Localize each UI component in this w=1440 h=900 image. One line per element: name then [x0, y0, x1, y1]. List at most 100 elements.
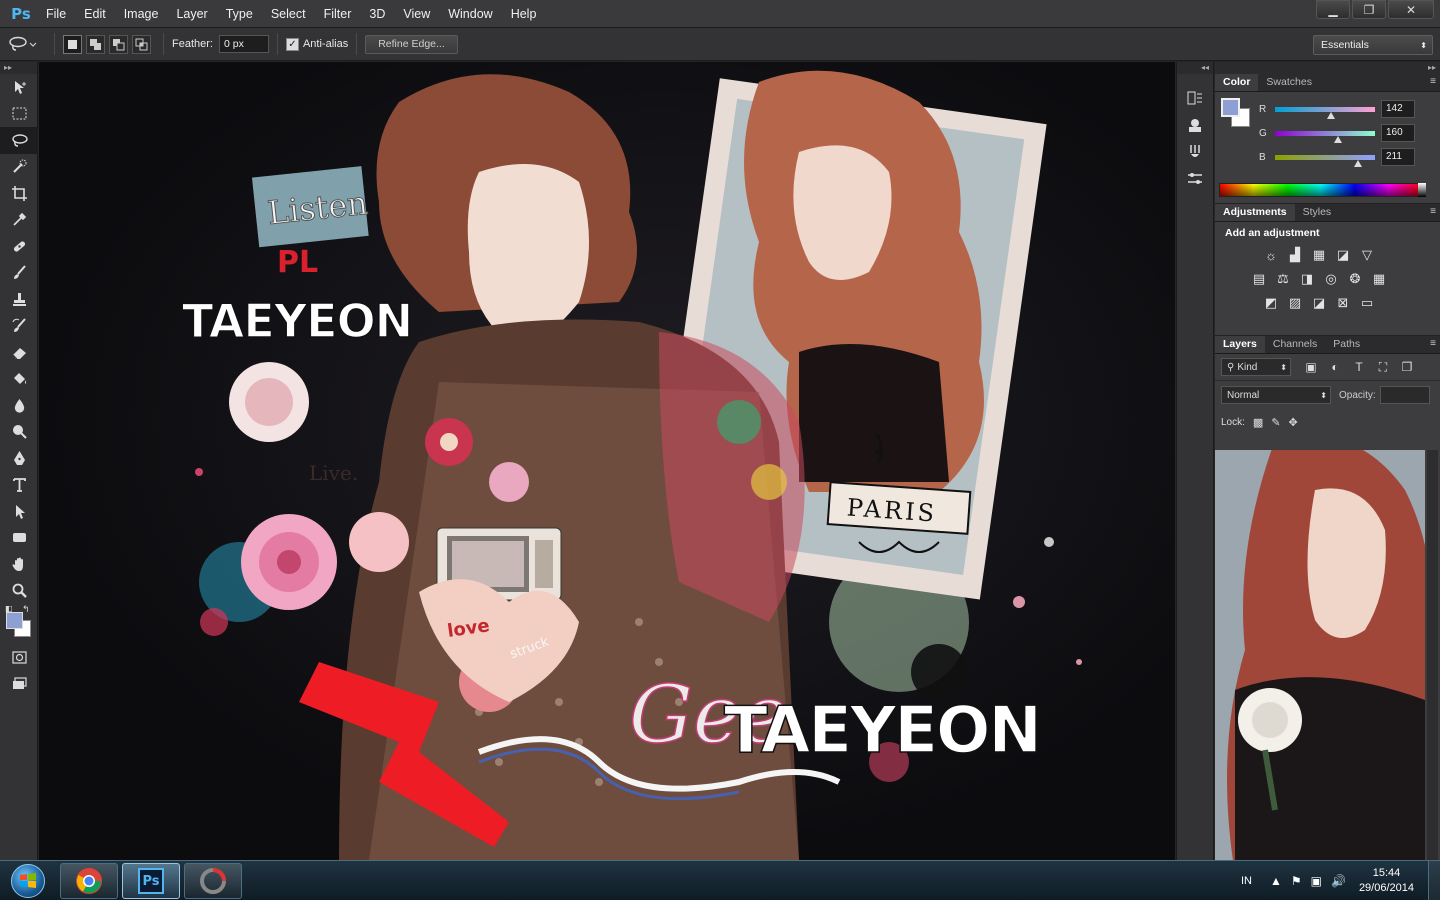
lock-image-pixels-icon[interactable]: ✎ — [1271, 416, 1280, 429]
start-button[interactable] — [4, 862, 52, 900]
volume-icon[interactable]: 🔊 — [1331, 874, 1346, 888]
gradient-map-icon[interactable]: ▭ — [1355, 295, 1379, 311]
collapse-tools-button[interactable]: ▸▸ — [0, 62, 37, 74]
zoom-tool-icon[interactable] — [0, 578, 38, 605]
chrome-taskbar-button[interactable] — [60, 863, 118, 899]
tab-paths[interactable]: Paths — [1325, 336, 1368, 353]
exposure-icon[interactable]: ◪ — [1331, 247, 1355, 263]
threshold-icon[interactable]: ◪ — [1307, 295, 1331, 311]
panel-menu-icon[interactable]: ≡ — [1430, 338, 1436, 349]
show-hidden-icons-icon[interactable]: ▲ — [1270, 874, 1282, 888]
refine-edge-button[interactable]: Refine Edge... — [365, 34, 458, 54]
red-value-input[interactable]: 142 — [1381, 100, 1415, 118]
paint-bucket-tool-icon[interactable] — [0, 366, 38, 393]
language-indicator[interactable]: IN — [1241, 875, 1252, 887]
color-panel-foreground-swatch[interactable] — [1221, 98, 1240, 117]
layers-scrollbar[interactable] — [1427, 450, 1438, 874]
quick-mask-icon[interactable] — [0, 644, 38, 671]
menu-filter[interactable]: Filter — [315, 7, 361, 21]
photo-filter-icon[interactable]: ◎ — [1319, 271, 1343, 287]
pixel-layer-filter-icon[interactable]: ▣ — [1299, 360, 1323, 374]
lock-position-icon[interactable]: ✥ — [1289, 416, 1298, 429]
collapse-panels-button[interactable]: ▸▸ — [1215, 62, 1440, 74]
menu-3d[interactable]: 3D — [360, 7, 394, 21]
color-balance-icon[interactable]: ⚖ — [1271, 271, 1295, 287]
restore-button[interactable]: ❐ — [1352, 0, 1386, 19]
menu-edit[interactable]: Edit — [75, 7, 115, 21]
green-slider-thumb[interactable] — [1333, 135, 1342, 143]
green-slider[interactable] — [1275, 130, 1375, 143]
workspace-select[interactable]: Essentials ⬍ — [1313, 35, 1433, 55]
eyedropper-tool-icon[interactable] — [0, 207, 38, 234]
red-slider-thumb[interactable] — [1326, 111, 1335, 119]
shape-layer-filter-icon[interactable]: ⛶ — [1371, 360, 1395, 375]
smart-object-filter-icon[interactable]: ❐ — [1395, 360, 1419, 374]
menu-type[interactable]: Type — [217, 7, 262, 21]
blue-slider[interactable] — [1275, 154, 1375, 167]
canvas-area[interactable]: Listen PL TAEYEON Live. love struck PARI… — [39, 62, 1175, 860]
selective-color-icon[interactable]: ⊠ — [1331, 295, 1355, 311]
layer-image-preview[interactable] — [1215, 450, 1425, 874]
type-layer-filter-icon[interactable]: T — [1347, 360, 1371, 374]
black-white-ramp[interactable] — [1418, 183, 1426, 197]
color-lookup-icon[interactable]: ▦ — [1367, 271, 1391, 287]
layer-kind-select[interactable]: ⚲ Kind ⬍ — [1221, 358, 1291, 376]
black-white-icon[interactable]: ◨ — [1295, 271, 1319, 287]
tool-preset-picker[interactable] — [0, 36, 46, 52]
hue-saturation-icon[interactable]: ▤ — [1247, 271, 1271, 287]
path-selection-tool-icon[interactable] — [0, 498, 38, 525]
history-panel-icon[interactable] — [1177, 84, 1213, 111]
healing-brush-tool-icon[interactable] — [0, 233, 38, 260]
history-brush-tool-icon[interactable] — [0, 313, 38, 340]
tab-channels[interactable]: Channels — [1265, 336, 1325, 353]
type-tool-icon[interactable] — [0, 472, 38, 499]
opacity-input[interactable] — [1379, 386, 1430, 404]
adjustment-layer-filter-icon[interactable]: ◐ — [1323, 360, 1347, 374]
tool-presets-panel-icon[interactable] — [1177, 165, 1213, 192]
curves-icon[interactable]: ▦ — [1307, 247, 1331, 263]
feather-input[interactable] — [218, 35, 269, 53]
photoshop-taskbar-button[interactable]: Ps — [122, 863, 180, 899]
tab-styles[interactable]: Styles — [1295, 204, 1340, 221]
move-tool-icon[interactable] — [0, 74, 38, 101]
clone-stamp-tool-icon[interactable] — [0, 286, 38, 313]
show-desktop-button[interactable] — [1428, 861, 1440, 900]
minimize-button[interactable]: ▁ — [1316, 0, 1350, 19]
menu-view[interactable]: View — [394, 7, 439, 21]
tab-adjustments[interactable]: Adjustments — [1215, 204, 1295, 221]
blue-slider-thumb[interactable] — [1353, 159, 1362, 167]
tab-color[interactable]: Color — [1215, 74, 1259, 91]
panel-menu-icon[interactable]: ≡ — [1430, 206, 1436, 217]
dodge-tool-icon[interactable] — [0, 419, 38, 446]
anti-alias-checkbox[interactable]: ✓ — [285, 37, 299, 51]
tab-layers[interactable]: Layers — [1215, 336, 1265, 353]
lasso-tool-icon[interactable] — [0, 127, 38, 154]
tab-swatches[interactable]: Swatches — [1258, 74, 1320, 91]
rectangle-tool-icon[interactable] — [0, 525, 38, 552]
menu-window[interactable]: Window — [439, 7, 501, 21]
expand-panels-button[interactable]: ◂◂ — [1177, 62, 1213, 74]
swap-colors-icon[interactable]: ↰ — [22, 604, 30, 615]
blend-mode-select[interactable]: Normal ⬍ — [1221, 386, 1331, 404]
menu-select[interactable]: Select — [262, 7, 315, 21]
screen-mode-icon[interactable] — [0, 671, 38, 698]
network-icon[interactable]: ▣ — [1311, 874, 1322, 888]
foreground-color-swatch[interactable] — [6, 612, 23, 629]
pen-tool-icon[interactable] — [0, 445, 38, 472]
lock-transparent-pixels-icon[interactable]: ▩ — [1253, 416, 1263, 429]
quick-selection-tool-icon[interactable] — [0, 154, 38, 181]
brush-tool-icon[interactable] — [0, 260, 38, 287]
posterize-icon[interactable]: ▨ — [1283, 295, 1307, 311]
crop-tool-icon[interactable] — [0, 180, 38, 207]
red-slider[interactable] — [1275, 106, 1375, 119]
channel-mixer-icon[interactable]: ❂ — [1343, 271, 1367, 287]
menu-file[interactable]: File — [37, 7, 75, 21]
action-center-flag-icon[interactable]: ⚑ — [1291, 874, 1302, 888]
menu-help[interactable]: Help — [502, 7, 546, 21]
blue-value-input[interactable]: 211 — [1381, 148, 1415, 166]
vibrance-icon[interactable]: ▽ — [1355, 247, 1379, 263]
clock[interactable]: 15:44 29/06/2014 — [1359, 866, 1414, 896]
color-spectrum-ramp[interactable] — [1219, 183, 1423, 197]
new-selection-button[interactable] — [63, 34, 82, 54]
hand-tool-icon[interactable] — [0, 551, 38, 578]
